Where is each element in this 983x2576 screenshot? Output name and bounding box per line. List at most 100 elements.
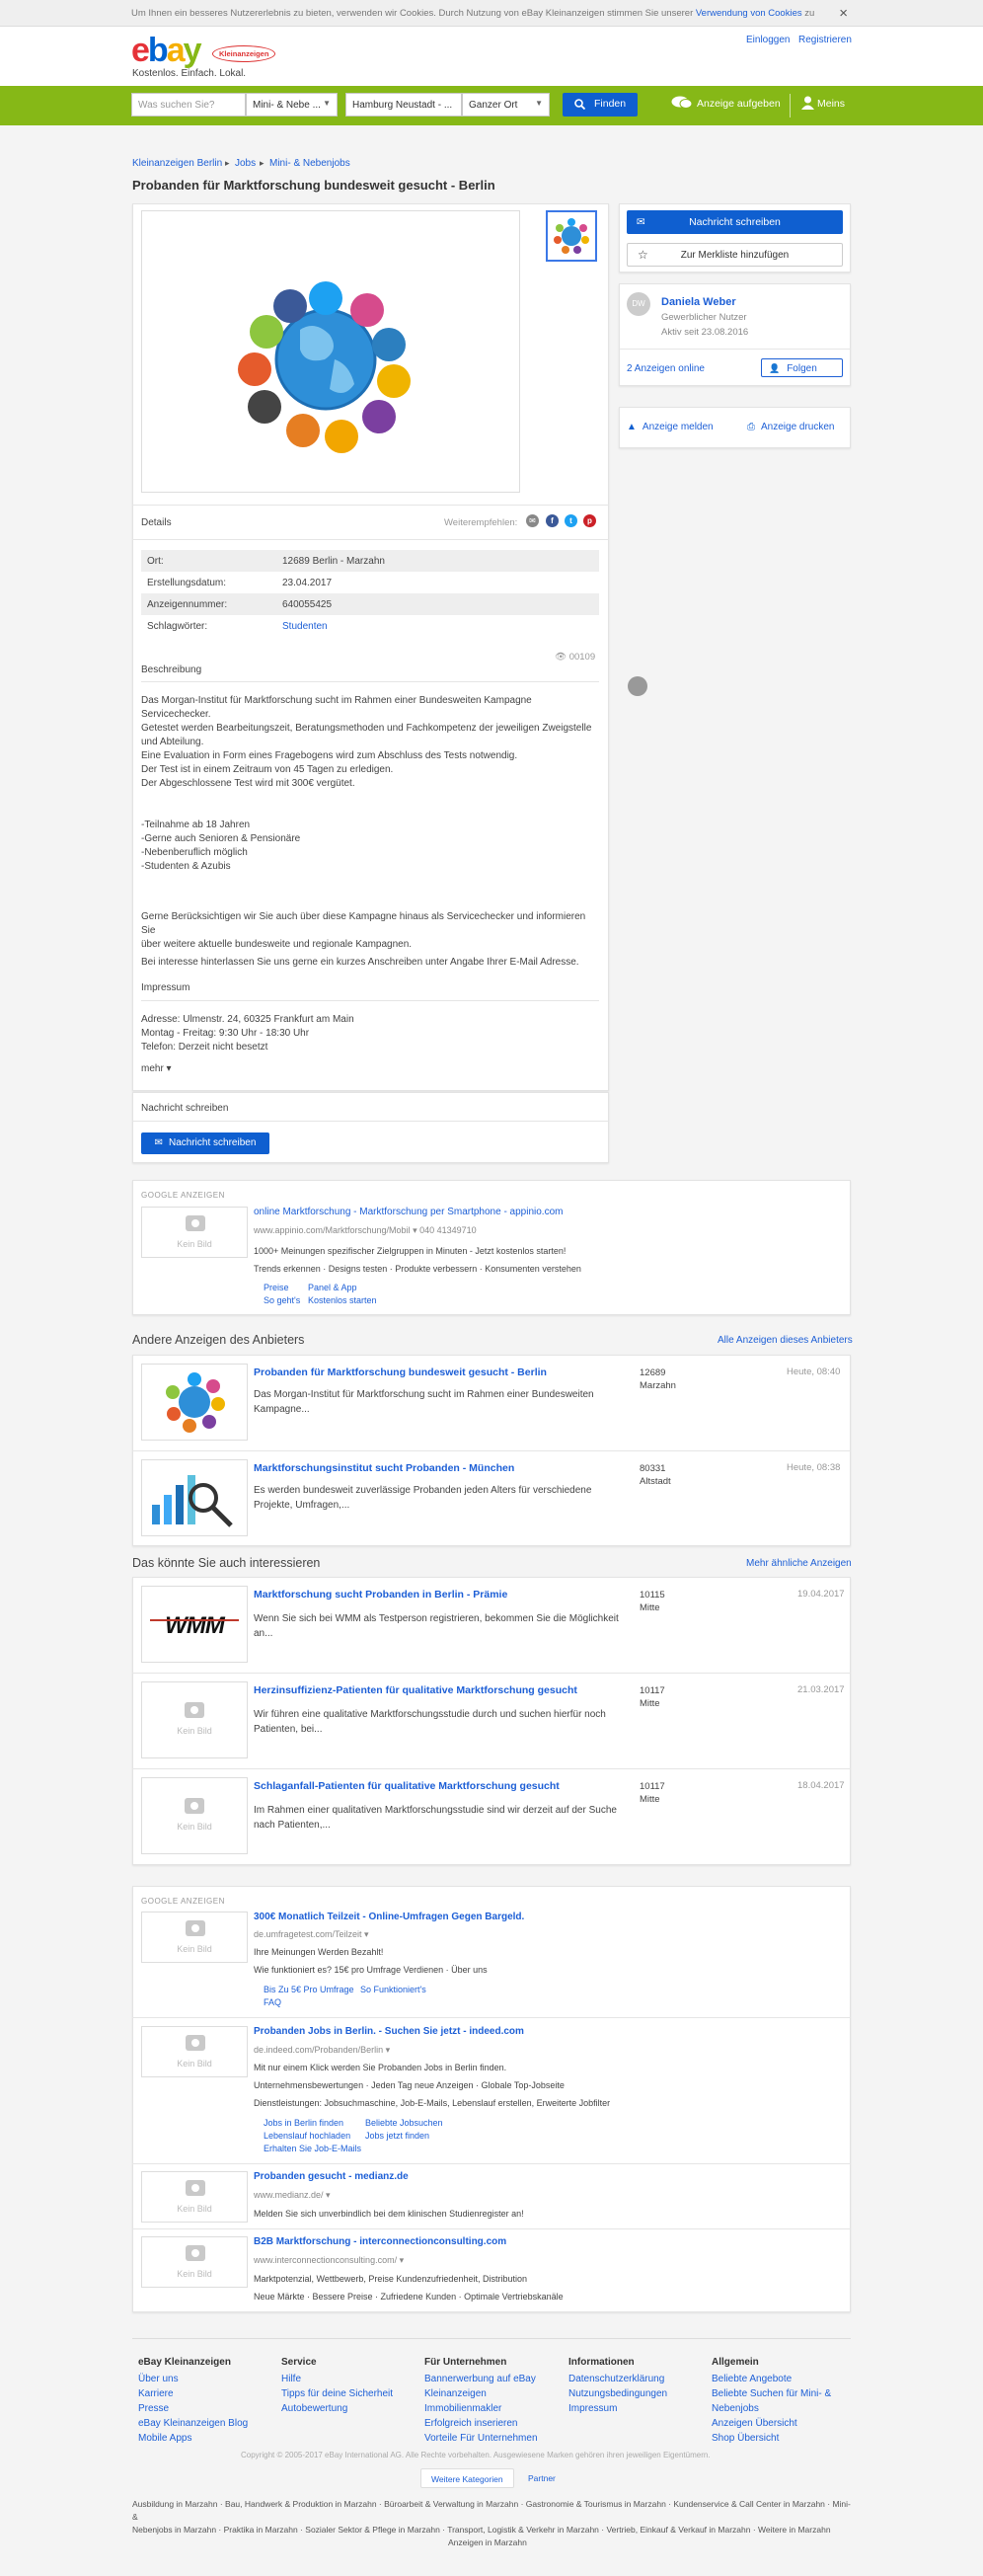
location-input[interactable]: Hamburg Neustadt - ...	[345, 93, 462, 117]
google-ad-sitelink[interactable]: Erhalten Sie Job-E-Mails	[264, 2144, 361, 2153]
divider	[141, 1000, 599, 1001]
seller-ads-link[interactable]: 2 Anzeigen online	[627, 363, 705, 374]
divider	[132, 2017, 851, 2018]
add-to-watchlist-button[interactable]: ☆ Zur Merkliste hinzufügen	[627, 243, 843, 267]
footer-link[interactable]: Immobilienmakler	[424, 2403, 501, 2414]
footer-link[interactable]: Nebenjobs	[712, 2403, 759, 2414]
footer-link[interactable]: Beliebte Angebote	[712, 2374, 792, 2384]
breadcrumb-jobs[interactable]: Jobs	[235, 158, 256, 169]
search-input[interactable]: Was suchen Sie?	[131, 93, 246, 117]
category-select[interactable]: Mini- & Nebe ... ▼	[246, 93, 338, 117]
my-account-button[interactable]: Meins	[801, 96, 845, 110]
more-similar-ads-link[interactable]: Mehr ähnliche Anzeigen	[746, 1558, 852, 1569]
google-ad-title[interactable]: online Marktforschung - Marktforschung p…	[254, 1207, 563, 1217]
google-ad-title[interactable]: Probanden gesucht - medianz.de	[254, 2171, 409, 2182]
cookie-policy-link[interactable]: Verwendung von Cookies	[696, 8, 802, 19]
footer-link[interactable]: Tipps für deine Sicherheit	[281, 2388, 393, 2399]
google-ad-sitelink[interactable]: Panel & App	[308, 1283, 357, 1292]
envelope-icon: ✉	[154, 1137, 163, 1148]
footer-link[interactable]: Mobile Apps	[138, 2433, 191, 2444]
image-thumbnail[interactable]	[546, 210, 597, 262]
post-ad-button[interactable]: Anzeige aufgeben	[671, 96, 781, 110]
kleinanzeigen-badge: Kleinanzeigen	[212, 45, 276, 62]
footer-link[interactable]: Presse	[138, 2403, 169, 2414]
page-title: Probanden für Marktforschung bundesweit …	[132, 178, 495, 193]
email-share-icon[interactable]: ✉	[526, 514, 539, 527]
pinterest-icon[interactable]: p	[583, 514, 596, 527]
footer-link[interactable]: Anzeigen Übersicht	[712, 2418, 797, 2429]
report-ad-link[interactable]: ▲ Anzeige melden	[627, 422, 714, 432]
follow-button[interactable]: 👤 Folgen	[761, 358, 843, 377]
copyright: Copyright © 2005-2017 eBay International…	[241, 2451, 711, 2459]
listing-image[interactable]	[141, 1459, 248, 1536]
footer-link[interactable]: Hilfe	[281, 2374, 301, 2384]
breadcrumb-kleinanzeigen-berlin[interactable]: Kleinanzeigen Berlin	[132, 158, 222, 169]
listing-title[interactable]: Marktforschungsinstitut sucht Probanden …	[254, 1462, 514, 1474]
listing-image[interactable]: WMM	[141, 1586, 248, 1663]
google-ad-sitelink[interactable]: So Funktioniert's	[360, 1985, 426, 1994]
footer-link[interactable]: Beliebte Suchen für Mini- &	[712, 2388, 831, 2399]
footer-link[interactable]: Datenschutzerklärung	[568, 2374, 664, 2384]
google-ad-sitelink[interactable]: Lebenslauf hochladen	[264, 2131, 350, 2141]
chevron-right-icon: ▸	[225, 158, 230, 168]
close-icon[interactable]: ×	[839, 5, 848, 22]
google-ad-text: Mit nur einem Klick werden Sie Probanden…	[254, 2063, 507, 2072]
google-ad-sitelink[interactable]: FAQ	[264, 1997, 281, 2007]
radius-select[interactable]: Ganzer Ort ▼	[462, 93, 550, 117]
google-ad-sitelink[interactable]: Beliebte Jobsuchen	[365, 2118, 443, 2128]
more-categories-tab[interactable]: Weitere Kategorien	[420, 2468, 514, 2488]
google-ad-text: Marktpotenzial, Wettbewerb, Preise Kunde…	[254, 2274, 527, 2284]
footer-link[interactable]: Über uns	[138, 2374, 179, 2384]
ebay-logo[interactable]: ebay	[131, 33, 202, 68]
twitter-icon[interactable]: t	[565, 514, 577, 527]
listing-title[interactable]: Marktforschung sucht Probanden in Berlin…	[254, 1589, 507, 1600]
footer-link[interactable]: Kleinanzeigen	[424, 2388, 487, 2399]
listing-image-placeholder[interactable]: Kein Bild	[141, 1777, 248, 1854]
google-ad-sitelink[interactable]: Preise	[264, 1283, 289, 1292]
footer-link[interactable]: Vorteile Für Unternehmen	[424, 2433, 538, 2444]
message-heading: Nachricht schreiben	[141, 1103, 229, 1114]
google-ad-sitelink[interactable]: Bis Zu 5€ Pro Umfrage	[264, 1985, 354, 1994]
google-ad-sitelink[interactable]: Jobs jetzt finden	[365, 2131, 429, 2141]
google-ad-title[interactable]: B2B Marktforschung - interconnectioncons…	[254, 2236, 506, 2247]
zoom-icon[interactable]	[628, 676, 647, 696]
login-link[interactable]: Einloggen	[746, 35, 790, 45]
partner-tab[interactable]: Partner	[518, 2468, 566, 2488]
footer-link[interactable]: Impressum	[568, 2403, 617, 2414]
footer-link[interactable]: eBay Kleinanzeigen Blog	[138, 2418, 248, 2429]
listing-title[interactable]: Schlaganfall-Patienten für qualitative M…	[254, 1780, 560, 1792]
footer-link[interactable]: Autobewertung	[281, 2403, 347, 2414]
listing-title[interactable]: Probanden für Marktforschung bundesweit …	[254, 1366, 547, 1378]
google-ad-sitelink[interactable]: So geht's	[264, 1295, 300, 1305]
footer-link[interactable]: Erfolgreich inserieren	[424, 2418, 518, 2429]
listing-title[interactable]: Herzinsuffizienz-Patienten für qualitati…	[254, 1684, 577, 1696]
main-image[interactable]	[141, 210, 647, 696]
facebook-icon[interactable]: f	[546, 514, 559, 527]
google-ad-title[interactable]: Probanden Jobs in Berlin. - Suchen Sie j…	[254, 2026, 524, 2037]
google-ad-sitelink[interactable]: Jobs in Berlin finden	[264, 2118, 343, 2128]
all-seller-ads-link[interactable]: Alle Anzeigen dieses Anbieters	[718, 1335, 853, 1346]
write-message-button-bottom[interactable]: ✉ Nachricht schreiben	[141, 1132, 269, 1154]
tag-link-studenten[interactable]: Studenten	[282, 621, 328, 632]
listing-location: 10117 Mitte	[640, 1781, 665, 1805]
divider	[790, 94, 791, 117]
register-link[interactable]: Registrieren	[798, 35, 852, 45]
footer-link[interactable]: Karriere	[138, 2388, 174, 2399]
avatar: DW	[627, 292, 650, 316]
printer-icon: ⎙	[747, 422, 755, 432]
footer-link[interactable]: Nutzungsbedingungen	[568, 2388, 667, 2399]
cookie-banner: Um Ihnen ein besseres Nutzererlebnis zu …	[0, 0, 983, 27]
more-link[interactable]: mehr ▾	[141, 1062, 200, 1076]
print-ad-link[interactable]: ⎙ Anzeige drucken	[747, 422, 835, 432]
write-message-button[interactable]: ✉ Nachricht schreiben	[627, 210, 843, 234]
listing-image[interactable]	[141, 1364, 248, 1441]
site-header: ebay Kleinanzeigen Kostenlos. Einfach. L…	[0, 27, 983, 86]
breadcrumb-mini-nebenjobs[interactable]: Mini- & Nebenjobs	[269, 158, 350, 169]
footer-link[interactable]: Bannerwerbung auf eBay	[424, 2374, 536, 2384]
google-ad-title[interactable]: 300€ Monatlich Teilzeit - Online-Umfrage…	[254, 1912, 524, 1922]
google-ad-sitelink[interactable]: Kostenlos starten	[308, 1295, 377, 1305]
seller-name[interactable]: Daniela Weber	[661, 296, 736, 308]
find-button[interactable]: Finden	[563, 93, 638, 117]
listing-image-placeholder[interactable]: Kein Bild	[141, 1681, 248, 1758]
footer-link[interactable]: Shop Übersicht	[712, 2433, 779, 2444]
